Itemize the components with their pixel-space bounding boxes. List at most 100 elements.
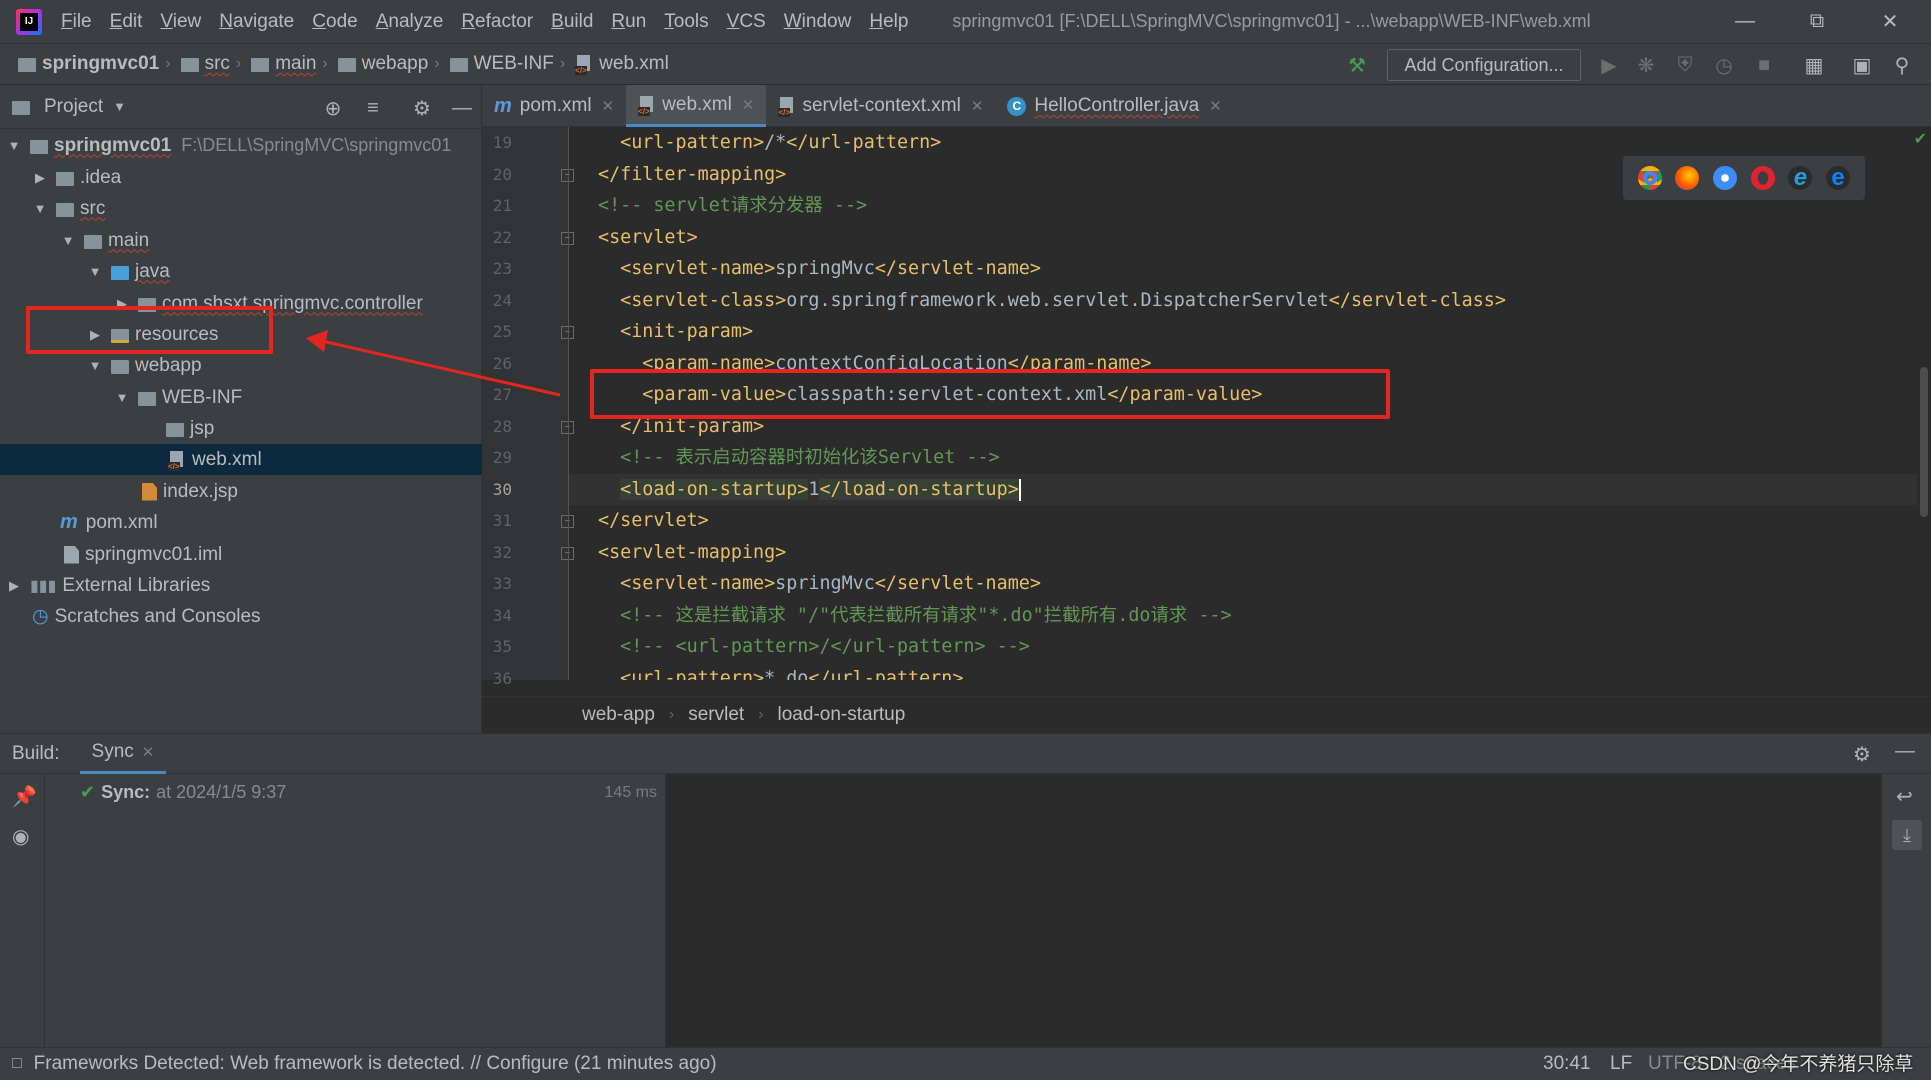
pin-icon[interactable]: 📌 xyxy=(12,784,37,809)
menu-run[interactable]: Run xyxy=(602,11,655,33)
build-output[interactable] xyxy=(666,774,1881,1048)
crumb-webapp[interactable]: webapp › xyxy=(332,53,444,75)
crumb-project[interactable]: springmvc01 › xyxy=(0,53,175,75)
tab-web-xml[interactable]: web.xml ✕ xyxy=(626,85,767,127)
gear-icon[interactable]: ⚙ xyxy=(1853,742,1871,767)
code-line[interactable]: <load-on-startup>1</load-on-startup> xyxy=(598,474,1021,505)
menu-view[interactable]: View xyxy=(151,11,210,33)
tree-item-jsp[interactable]: jsp xyxy=(0,413,482,444)
caret-position[interactable]: 30:41 xyxy=(1543,1053,1591,1075)
tree-item-webxml[interactable]: web.xml xyxy=(0,444,482,475)
code-line[interactable]: <!-- servlet请求分发器 --> xyxy=(598,190,867,221)
tree-item-idea[interactable]: ▶ .idea xyxy=(0,162,482,193)
tab-pom-xml[interactable]: m pom.xml ✕ xyxy=(482,85,626,127)
code-line[interactable]: </filter-mapping> xyxy=(598,159,786,190)
opera-icon[interactable] xyxy=(1750,166,1775,190)
line-separator[interactable]: LF xyxy=(1610,1053,1632,1075)
menu-file[interactable]: File xyxy=(52,11,101,33)
edge-icon[interactable]: e xyxy=(1826,166,1851,190)
soft-wrap-icon[interactable]: ↩ xyxy=(1896,784,1913,809)
restore-button[interactable]: ⧉ xyxy=(1782,0,1852,43)
tree-item-webinf[interactable]: ▼ WEB-INF xyxy=(0,382,482,413)
minimize-button[interactable]: — xyxy=(1710,0,1780,43)
code-line[interactable]: <url-pattern>/*</url-pattern> xyxy=(598,127,941,158)
status-message[interactable]: Frameworks Detected: Web framework is de… xyxy=(34,1053,717,1075)
crumb-main[interactable]: main › xyxy=(245,53,332,75)
close-tab-icon[interactable]: ✕ xyxy=(742,96,755,114)
menu-help[interactable]: Help xyxy=(860,11,917,33)
build-hammer-icon[interactable]: ⚒ xyxy=(1344,52,1370,78)
tree-item-webapp[interactable]: ▼ webapp xyxy=(0,350,482,381)
code-line[interactable]: <servlet-mapping> xyxy=(598,537,786,568)
internet-explorer-icon[interactable]: e xyxy=(1788,166,1813,190)
add-configuration-button[interactable]: Add Configuration... xyxy=(1387,49,1581,81)
chrome-icon[interactable] xyxy=(1637,166,1662,190)
menu-refactor[interactable]: Refactor xyxy=(452,11,542,33)
tab-hellocontroller-java[interactable]: C HelloController.java ✕ xyxy=(995,85,1233,127)
menu-build[interactable]: Build xyxy=(542,11,602,33)
collapse-all-icon[interactable]: ≡ xyxy=(360,95,386,121)
breadcrumb-web-app[interactable]: web-app xyxy=(582,704,655,726)
close-tab-icon[interactable]: ✕ xyxy=(142,743,155,761)
sync-event-row[interactable]: ✔ Sync: at 2024/1/5 9:37 xyxy=(80,782,286,803)
code-line[interactable]: <init-param> xyxy=(598,316,753,347)
gear-icon[interactable]: ⚙ xyxy=(409,95,435,121)
crumb-webxml[interactable]: web.xml xyxy=(569,53,669,75)
hide-panel-icon[interactable]: — xyxy=(1895,740,1915,763)
search-everywhere-icon[interactable]: ⚲ xyxy=(1889,52,1915,78)
tree-item-pomxml[interactable]: m pom.xml xyxy=(0,507,482,538)
tree-item-src[interactable]: ▼ src xyxy=(0,193,482,224)
code-line[interactable]: <servlet-name>springMvc</servlet-name> xyxy=(598,568,1041,599)
editor-scrollbar[interactable] xyxy=(1917,127,1931,680)
eye-icon[interactable]: ◉ xyxy=(12,824,29,849)
crumb-webinf[interactable]: WEB-INF › xyxy=(444,53,570,75)
stop-icon[interactable]: ■ xyxy=(1751,52,1777,78)
menu-code[interactable]: Code xyxy=(303,11,366,33)
chevron-down-icon[interactable]: ▼ xyxy=(113,99,126,114)
close-tab-icon[interactable]: ✕ xyxy=(971,97,984,115)
profile-icon[interactable]: ◷ xyxy=(1711,52,1737,78)
close-tab-icon[interactable]: ✕ xyxy=(1209,97,1222,115)
project-panel-title[interactable]: Project xyxy=(44,96,103,118)
code-line[interactable]: <url-pattern>*.do</url-pattern> xyxy=(598,663,963,681)
firefox-icon[interactable] xyxy=(1675,166,1700,190)
tree-item-scratches[interactable]: ◷ Scratches and Consoles xyxy=(0,601,482,632)
menu-window[interactable]: Window xyxy=(775,11,861,33)
code-line[interactable]: </servlet> xyxy=(598,505,709,536)
tree-item-main[interactable]: ▼ main xyxy=(0,225,482,256)
code-line[interactable]: <!-- <url-pattern>/</url-pattern> --> xyxy=(598,631,1030,662)
breadcrumb-servlet[interactable]: servlet xyxy=(688,704,744,726)
menu-edit[interactable]: Edit xyxy=(101,11,152,33)
scrollbar-thumb[interactable] xyxy=(1920,367,1928,517)
coverage-icon[interactable]: ⛨ xyxy=(1672,52,1698,78)
project-structure-icon[interactable]: ▦ xyxy=(1801,52,1827,78)
debug-icon[interactable]: ❋ xyxy=(1633,52,1659,78)
code-line[interactable]: <servlet-name>springMvc</servlet-name> xyxy=(598,253,1041,284)
menu-vcs[interactable]: VCS xyxy=(718,11,775,33)
menu-navigate[interactable]: Navigate xyxy=(210,11,303,33)
locate-file-icon[interactable]: ⊕ xyxy=(320,95,346,121)
code-line[interactable]: <!-- 表示启动容器时初始化该Servlet --> xyxy=(598,442,999,473)
menu-analyze[interactable]: Analyze xyxy=(367,11,453,33)
tab-servlet-context-xml[interactable]: servlet-context.xml ✕ xyxy=(766,85,995,127)
code-line[interactable]: <!-- 这是拦截请求 "/"代表拦截所有请求"*.do"拦截所有.do请求 -… xyxy=(598,600,1231,631)
tab-sync[interactable]: Sync ✕ xyxy=(79,733,167,774)
breadcrumb-load-on-startup[interactable]: load-on-startup xyxy=(778,704,906,726)
hide-panel-icon[interactable]: — xyxy=(449,95,475,121)
close-window-button[interactable]: ✕ xyxy=(1855,0,1925,43)
toggle-tool-windows-icon[interactable]: □ xyxy=(12,1055,22,1073)
run-icon[interactable]: ▶ xyxy=(1596,52,1622,78)
close-tab-icon[interactable]: ✕ xyxy=(602,97,615,115)
tree-item-external-libraries[interactable]: ▶ ▮▮▮ External Libraries xyxy=(0,570,482,601)
code-line[interactable]: <servlet-class>org.springframework.web.s… xyxy=(598,285,1506,316)
terminal-icon[interactable]: ▣ xyxy=(1849,52,1875,78)
code-line[interactable]: <servlet> xyxy=(598,222,698,253)
tree-item-java[interactable]: ▼ java xyxy=(0,256,482,287)
safari-icon[interactable] xyxy=(1713,166,1738,190)
tree-item-springmvc01[interactable]: ▼ springmvc01 F:\DELL\SpringMVC\springmvc0… xyxy=(0,130,482,161)
tree-item-indexjsp[interactable]: index.jsp xyxy=(0,476,482,507)
tree-item-iml[interactable]: springmvc01.iml xyxy=(0,539,482,570)
scroll-to-end-icon[interactable]: ⤓ xyxy=(1892,820,1922,850)
menu-tools[interactable]: Tools xyxy=(655,11,717,33)
crumb-src[interactable]: src › xyxy=(175,53,246,75)
